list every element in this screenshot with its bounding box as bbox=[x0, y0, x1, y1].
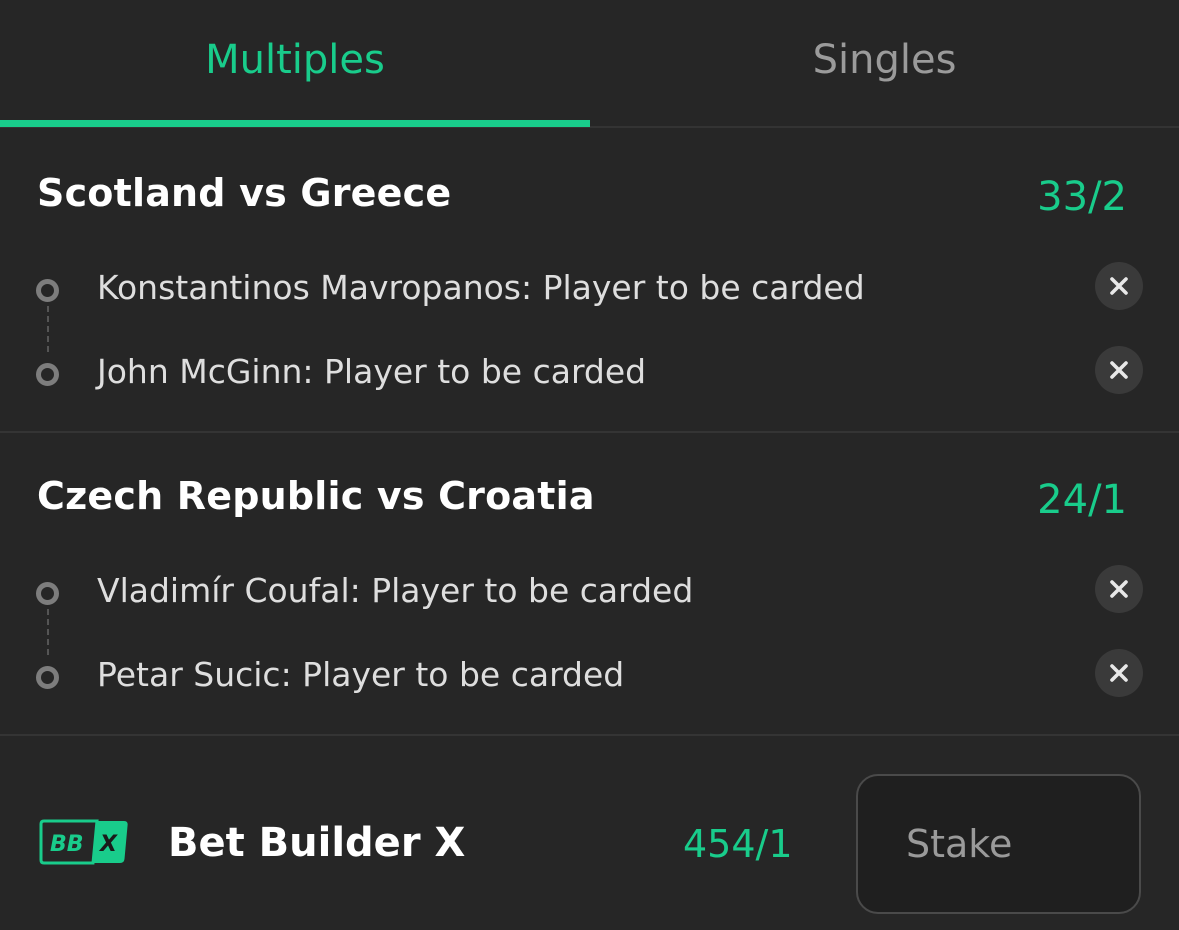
event-card: Scotland vs Greece 33/2 Konstantinos Mav… bbox=[0, 128, 1179, 433]
logo-text-bb: BB bbox=[50, 832, 84, 857]
selection-row: Vladimír Coufal: Player to be carded bbox=[0, 563, 1179, 623]
remove-selection-button[interactable] bbox=[1095, 649, 1143, 697]
event-card: Czech Republic vs Croatia 24/1 Vladimír … bbox=[0, 433, 1179, 736]
selection-label: Vladimír Coufal: Player to be carded bbox=[97, 571, 694, 610]
selection-row: Petar Sucic: Player to be carded bbox=[0, 647, 1179, 707]
ring-dot-icon bbox=[36, 363, 59, 386]
bet-builder-footer: BB X Bet Builder X 454/1 bbox=[0, 736, 1179, 930]
tab-multiples[interactable]: Multiples bbox=[0, 0, 590, 126]
tab-multiples-label: Multiples bbox=[205, 37, 385, 83]
active-tab-indicator bbox=[0, 120, 590, 127]
bet-builder-title: Bet Builder X bbox=[168, 820, 466, 866]
selection-label: Petar Sucic: Player to be carded bbox=[97, 655, 625, 694]
stake-input[interactable] bbox=[856, 774, 1141, 914]
ring-dot-icon bbox=[36, 582, 59, 605]
event-odds: 33/2 bbox=[1037, 174, 1127, 220]
logo-text-x: X bbox=[98, 832, 118, 857]
bet-type-tabs: Multiples Singles bbox=[0, 0, 1179, 128]
close-icon bbox=[1110, 361, 1128, 379]
close-icon bbox=[1110, 277, 1128, 295]
event-title: Scotland vs Greece bbox=[37, 171, 452, 215]
ring-dot-icon bbox=[36, 666, 59, 689]
remove-selection-button[interactable] bbox=[1095, 346, 1143, 394]
selection-label: Konstantinos Mavropanos: Player to be ca… bbox=[97, 268, 865, 307]
close-icon bbox=[1110, 664, 1128, 682]
selection-label: John McGinn: Player to be carded bbox=[97, 352, 647, 391]
bet-builder-x-logo: BB X bbox=[39, 819, 128, 865]
event-title: Czech Republic vs Croatia bbox=[37, 474, 595, 518]
close-icon bbox=[1110, 580, 1128, 598]
ring-dot-icon bbox=[36, 279, 59, 302]
remove-selection-button[interactable] bbox=[1095, 262, 1143, 310]
tab-singles[interactable]: Singles bbox=[590, 0, 1179, 126]
selection-row: Konstantinos Mavropanos: Player to be ca… bbox=[0, 260, 1179, 320]
bet-builder-odds: 454/1 bbox=[683, 822, 793, 866]
tab-singles-label: Singles bbox=[812, 37, 957, 83]
selection-row: John McGinn: Player to be carded bbox=[0, 344, 1179, 404]
event-odds: 24/1 bbox=[1037, 477, 1127, 523]
remove-selection-button[interactable] bbox=[1095, 565, 1143, 613]
